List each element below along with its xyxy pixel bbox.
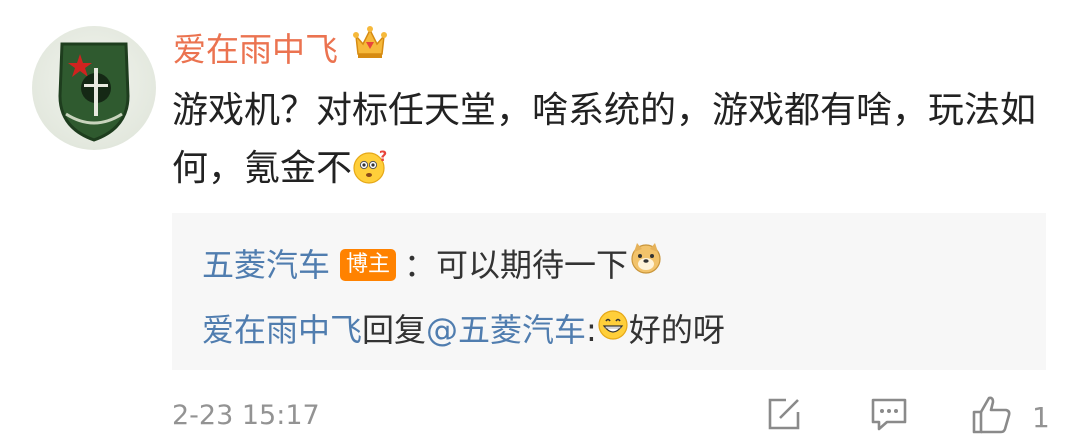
question-face-icon: ? bbox=[352, 146, 390, 204]
crown-vip-icon[interactable] bbox=[350, 22, 390, 77]
share-edit-icon[interactable] bbox=[764, 394, 804, 438]
comment-timestamp: 2-23 15:17 bbox=[172, 400, 320, 431]
grin-face-icon bbox=[597, 306, 629, 354]
reply-item[interactable]: 爱在雨中飞 回复 @五菱汽车 : 好的呀 bbox=[202, 306, 725, 354]
username-text[interactable]: 爱在雨中飞 bbox=[173, 24, 338, 76]
svg-text:?: ? bbox=[379, 149, 387, 165]
thumbs-up-icon[interactable] bbox=[970, 394, 1014, 440]
replies-panel[interactable]: 五菱汽车 博主 ： 可以期待一下 爱在雨中飞 回复 @五菱汽车 : 好的呀 bbox=[172, 213, 1046, 370]
like-button[interactable]: 1 bbox=[970, 394, 1050, 440]
mention-link[interactable]: @五菱汽车 bbox=[426, 306, 586, 354]
reply-author-link[interactable]: 五菱汽车 bbox=[202, 241, 330, 289]
like-count: 1 bbox=[1032, 400, 1050, 434]
reply-text: 可以期待一下 bbox=[436, 245, 629, 284]
reply-author-link[interactable]: 爱在雨中飞 bbox=[202, 306, 362, 354]
reply-item[interactable]: 五菱汽车 博主 ： 可以期待一下 bbox=[202, 240, 664, 289]
reply-separator: ： bbox=[404, 245, 437, 284]
avatar[interactable] bbox=[32, 26, 156, 150]
comment-body: 游戏机？对标任天堂，啥系统的，游戏都有啥，玩法如何，氪金不 ? bbox=[172, 82, 1052, 204]
comment-username[interactable]: 爱在雨中飞 bbox=[173, 22, 390, 77]
comment-text: 游戏机？对标任天堂，啥系统的，游戏都有啥，玩法如何，氪金不 bbox=[172, 90, 1037, 189]
comment-button[interactable] bbox=[869, 394, 909, 438]
reply-word: 回复 bbox=[362, 311, 427, 349]
comment-icon[interactable] bbox=[869, 394, 909, 438]
blogger-badge: 博主 bbox=[340, 248, 397, 281]
doge-icon bbox=[628, 240, 664, 289]
reply-text: 好的呀 bbox=[628, 311, 725, 349]
reply-separator: : bbox=[586, 311, 597, 349]
share-button[interactable] bbox=[764, 394, 804, 438]
